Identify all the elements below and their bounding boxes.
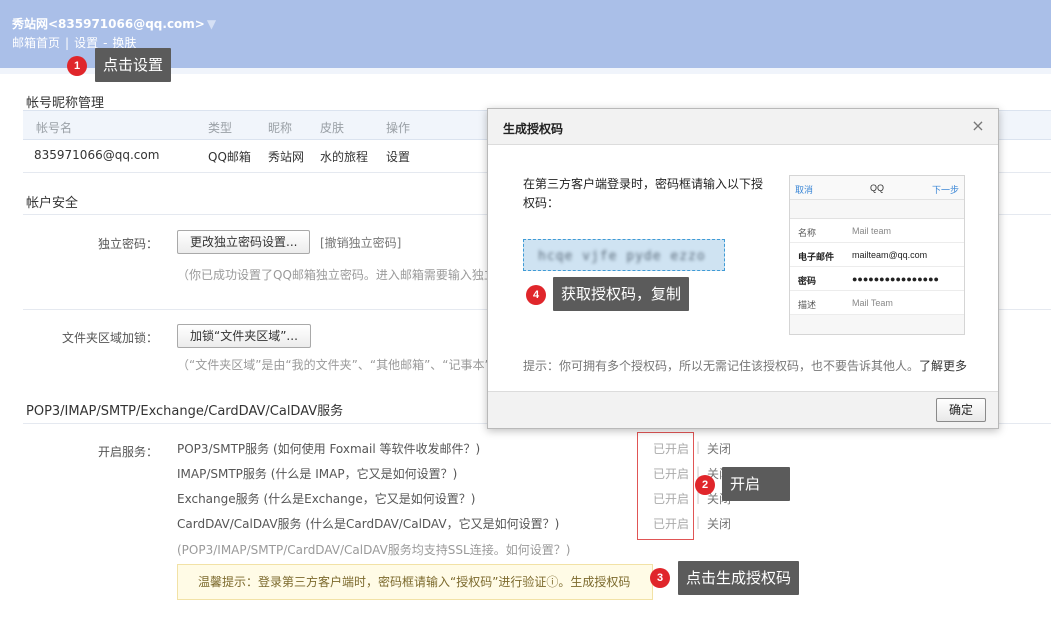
tooltip-generate-auth-code: 点击生成授权码 — [678, 561, 800, 595]
auth-code-dialog: 生成授权码 × 在第三方客户端登录时，密码框请输入以下授权码： hcqe vjf… — [487, 108, 999, 429]
phone-top-bar: 取消 QQ 下一步 — [790, 176, 964, 200]
auth-code-notice[interactable]: 温馨提示：登录第三方客户端时，密码框请输入“授权码”进行验证ⓘ。生成授权码 — [177, 564, 653, 600]
lock-folder-button[interactable]: 加锁“文件夹区域”... — [177, 324, 311, 348]
phone-row-value: Mail Team — [852, 298, 893, 308]
pop-section-title: POP3/IMAP/SMTP/Exchange/CardDAV/CalDAV服务 — [26, 404, 344, 419]
step-badge-4: 4 — [526, 285, 546, 305]
service-exchange: Exchange服务 (什么是Exchange，它又是如何设置？) — [177, 492, 476, 506]
revoke-password-link[interactable]: [撤销独立密码] — [320, 234, 401, 251]
phone-row: 描述 Mail Team — [790, 291, 964, 315]
column-header-skin: 皮肤 — [320, 121, 345, 135]
change-password-button[interactable]: 更改独立密码设置... — [177, 230, 311, 254]
phone-row-key: 名称 — [798, 228, 817, 238]
cell-account: 835971066@qq.com — [34, 148, 160, 162]
service-carddav-disable-link[interactable]: 关闭 — [707, 515, 731, 532]
password-hint: （你已成功设置了QQ邮箱独立密码。进入邮箱需要输入独立 — [177, 268, 496, 282]
phone-row: 名称 Mail team — [790, 219, 964, 243]
phone-row-key: 密码 — [798, 276, 817, 286]
link-separator: | — [65, 36, 70, 50]
service-pop3: POP3/SMTP服务 (如何使用 Foxmail 等软件收发邮件？) — [177, 442, 481, 456]
folder-hint: （“文件夹区域”是由“我的文件夹”、“其他邮箱”、“记事本”结 — [177, 358, 503, 372]
independent-password-label: 独立密码： — [97, 237, 158, 251]
account-name: 秀站网<835971066@qq.com> — [12, 17, 205, 31]
service-pop3-disable-link[interactable]: 关闭 — [707, 440, 731, 457]
account-switcher[interactable]: 秀站网<835971066@qq.com> ▼ — [12, 15, 216, 32]
phone-row-key: 描述 — [798, 300, 817, 310]
phone-preview: 取消 QQ 下一步 名称 Mail team 电子邮件 mailteam@qq.… — [789, 175, 965, 335]
phone-form: 名称 Mail team 电子邮件 mailteam@qq.com 密码 ●●●… — [790, 218, 964, 315]
step-badge-3: 3 — [650, 568, 670, 588]
auth-code-value[interactable]: hcqe vjfe pyde ezzo — [538, 249, 706, 264]
cell-type: QQ邮箱 — [208, 150, 251, 164]
service-separator: | — [696, 515, 701, 529]
column-header-type: 类型 — [208, 121, 233, 135]
tooltip-copy-auth-code: 获取授权码，复制 — [553, 277, 690, 311]
step-badge-1: 1 — [67, 56, 87, 76]
dialog-hint-text: 提示：你可拥有多个授权码，所以无需记住该授权码，也不要告诉其他人。 — [523, 359, 920, 373]
phone-row: 密码 ●●●●●●●●●●●●●●●● — [790, 267, 964, 291]
phone-row-value: mailteam@qq.com — [852, 250, 928, 260]
nickname-section-title: 帐号昵称管理 — [26, 96, 105, 111]
phone-row-value: Mail team — [852, 226, 892, 236]
phone-row: 电子邮件 mailteam@qq.com — [790, 243, 964, 267]
dialog-title: 生成授权码 — [503, 122, 564, 136]
dialog-instruction: 在第三方客户端登录时，密码框请输入以下授权码： — [523, 177, 764, 210]
security-section-title: 帐户安全 — [26, 196, 79, 211]
cell-skin: 水的旅程 — [320, 150, 369, 164]
phone-cancel: 取消 — [795, 185, 814, 195]
step-badge-2: 2 — [695, 475, 715, 495]
service-imap: IMAP/SMTP服务 (什么是 IMAP，它又是如何设置？) — [177, 467, 458, 481]
phone-title: QQ — [870, 183, 885, 193]
mail-home-link[interactable]: 邮箱首页 — [12, 36, 60, 50]
close-icon[interactable]: × — [970, 117, 986, 135]
chevron-down-icon[interactable]: ▼ — [207, 17, 216, 31]
column-header-action: 操作 — [386, 121, 411, 135]
service-separator: | — [696, 440, 701, 454]
folder-lock-label: 文件夹区域加锁： — [61, 331, 158, 345]
column-header-account: 帐号名 — [36, 121, 73, 135]
confirm-button[interactable]: 确定 — [936, 398, 987, 422]
tooltip-click-settings: 点击设置 — [95, 48, 172, 82]
service-label: 开启服务： — [97, 445, 158, 459]
tooltip-enable: 开启 — [722, 467, 790, 501]
cell-nickname: 秀站网 — [268, 150, 305, 164]
dialog-hint: 提示：你可拥有多个授权码，所以无需记住该授权码，也不要告诉其他人。了解更多 — [523, 357, 967, 374]
highlight-enabled-box — [637, 432, 694, 540]
cell-settings-link[interactable]: 设置 — [386, 148, 410, 165]
phone-row-value: ●●●●●●●●●●●●●●●● — [852, 274, 939, 284]
dialog-header: 生成授权码 × — [488, 109, 998, 145]
ssl-hint: (POP3/IMAP/SMTP/CardDAV/CalDAV服务均支持SSL连接… — [177, 543, 571, 557]
dialog-footer — [488, 391, 998, 428]
phone-row-key: 电子邮件 — [798, 252, 835, 262]
learn-more-link[interactable]: 了解更多 — [919, 359, 967, 373]
service-carddav: CardDAV/CalDAV服务 (什么是CardDAV/CalDAV，它又是如… — [177, 517, 560, 531]
column-header-nickname: 昵称 — [268, 121, 293, 135]
phone-next: 下一步 — [931, 185, 959, 195]
